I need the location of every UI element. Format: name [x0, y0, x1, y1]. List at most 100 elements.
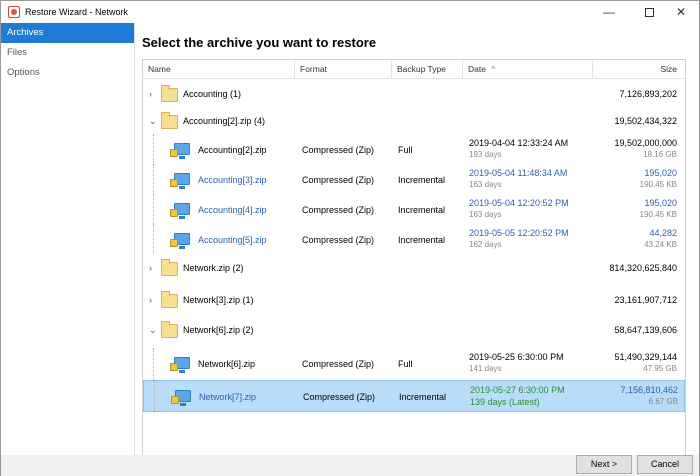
archive-file-row[interactable]: Accounting[4].zip Compressed (Zip) Increme… [143, 194, 685, 224]
column-header-date[interactable]: Date ^ [463, 60, 593, 79]
archive-backup-type: Full [398, 359, 413, 369]
page-title: Select the archive you want to restore [142, 35, 377, 50]
archive-badge-icon [170, 179, 178, 187]
tree-connector [153, 164, 154, 194]
archive-format: Compressed (Zip) [302, 205, 375, 215]
folder-icon [161, 291, 178, 308]
archive-group-name: Accounting[2].zip (4) [183, 116, 266, 126]
archive-badge-icon [171, 396, 179, 404]
title-bar: Restore Wizard - Network — ✕ [1, 1, 699, 23]
chevron-down-icon[interactable]: ⌄ [149, 116, 157, 127]
sort-ascending-icon: ^ [491, 64, 496, 74]
minimize-button[interactable]: — [589, 1, 629, 23]
archive-age: 163 days [469, 210, 502, 219]
archive-file-name: Accounting[4].zip [198, 205, 267, 215]
archive-format: Compressed (Zip) [303, 392, 376, 402]
archive-date: 2019-04-04 12:33:24 AM [469, 138, 569, 148]
archive-group-name: Network[3].zip (1) [183, 295, 254, 305]
archive-date: 2019-05-04 11:48:34 AM [469, 168, 568, 178]
archive-file-row[interactable]: Accounting[3].zip Compressed (Zip) Increme… [143, 164, 685, 194]
archive-badge-icon [170, 209, 178, 217]
archive-size-readable: 6.67 GB [648, 397, 678, 406]
archive-format: Compressed (Zip) [302, 359, 375, 369]
archive-date: 2019-05-25 6:30:00 PM [469, 352, 564, 362]
archive-backup-type: Incremental [398, 175, 446, 185]
archive-age: 193 days [469, 150, 502, 159]
archive-age: 162 days [469, 240, 502, 249]
archive-format: Compressed (Zip) [302, 175, 375, 185]
chevron-right-icon[interactable]: › [149, 295, 152, 305]
column-header-name[interactable]: Name [143, 60, 295, 79]
archive-file-name: Accounting[5].zip [198, 235, 267, 245]
archive-badge-icon [170, 363, 178, 371]
archive-badge-icon [170, 239, 178, 247]
archive-file-name: Accounting[2].zip [198, 145, 267, 155]
archive-group-row[interactable]: › Accounting (1) 7,126,893,202 [143, 80, 685, 107]
archive-size-bytes: 7,156,810,462 [620, 385, 678, 395]
archive-file-row[interactable]: Network[6].zip Compressed (Zip) Full 2019-0… [143, 348, 685, 380]
archive-file-name: Accounting[3].zip [198, 175, 267, 185]
archive-group-size: 58,647,139,606 [614, 325, 677, 335]
archive-age: 139 days (Latest) [470, 397, 540, 407]
archive-age: 141 days [469, 364, 502, 373]
sidebar-item-archives[interactable]: Archives [1, 23, 134, 43]
main-panel: Select the archive you want to restore N… [135, 23, 699, 465]
sidebar-item-options[interactable]: Options [1, 63, 134, 83]
folder-icon [161, 259, 178, 276]
chevron-right-icon[interactable]: › [149, 89, 152, 99]
archive-age: 163 days [469, 180, 502, 189]
archive-file-name: Network[6].zip [198, 359, 256, 369]
archive-size-readable: 18.16 GB [643, 150, 677, 159]
archive-group-size: 19,502,434,322 [614, 116, 677, 126]
archive-group-size: 23,161,907,712 [614, 295, 677, 305]
next-button[interactable]: Next > [576, 455, 632, 474]
folder-icon [161, 85, 178, 102]
archive-file-row[interactable]: Accounting[5].zip Compressed (Zip) Increme… [143, 224, 685, 254]
archive-group-size: 7,126,893,202 [619, 89, 677, 99]
archive-file-name: Network[7].zip [199, 392, 257, 402]
restore-wizard-window: Restore Wizard - Network — ✕ Archives Fi… [0, 0, 700, 476]
archive-group-row[interactable]: ⌄ Network[6].zip (2) 58,647,139,606 [143, 316, 685, 348]
column-header-format[interactable]: Format [295, 60, 392, 79]
chevron-right-icon[interactable]: › [149, 263, 152, 273]
archive-file-row[interactable]: Network[7].zip Compressed (Zip) Incrementa… [143, 380, 685, 413]
archive-group-name: Accounting (1) [183, 89, 242, 99]
maximize-icon [644, 8, 654, 18]
archive-format: Compressed (Zip) [302, 145, 375, 155]
chevron-down-icon[interactable]: ⌄ [149, 325, 157, 336]
tree-connector [153, 348, 154, 380]
archive-group-row[interactable]: › Network.zip (2) 814,320,625,840 [143, 254, 685, 286]
list-header: Name Format Backup Type Date ^ Size [143, 60, 685, 79]
archive-size-bytes: 19,502,000,000 [614, 138, 677, 148]
tree-connector [153, 134, 154, 164]
tree-connector [153, 224, 154, 254]
archive-date: 2019-05-27 6:30:00 PM [470, 385, 565, 395]
archive-size-readable: 190.45 KB [639, 180, 677, 189]
archive-list[interactable]: Name Format Backup Type Date ^ Size › Acc… [142, 59, 686, 465]
cancel-button[interactable]: Cancel [637, 455, 693, 474]
sidebar: Archives Files Options [1, 23, 135, 455]
archive-date: 2019-05-04 12:20:52 PM [469, 198, 569, 208]
tree-connector [154, 381, 155, 413]
archive-size-readable: 47.95 GB [643, 364, 677, 373]
footer-bar: Next > Cancel [1, 455, 699, 476]
archive-group-name: Network.zip (2) [183, 263, 244, 273]
column-header-backup-type[interactable]: Backup Type [392, 60, 463, 79]
archive-size-bytes: 51,490,329,144 [614, 352, 677, 362]
archive-backup-type: Incremental [398, 235, 446, 245]
archive-group-row[interactable]: › Network[3].zip (1) 23,161,907,712 [143, 286, 685, 316]
archive-file-row[interactable]: Accounting[2].zip Compressed (Zip) Full 201… [143, 134, 685, 164]
column-header-date-label: Date [468, 64, 486, 74]
archive-size-readable: 190.45 KB [639, 210, 677, 219]
archive-group-size: 814,320,625,840 [609, 263, 677, 273]
sidebar-item-files[interactable]: Files [1, 43, 134, 63]
archive-format: Compressed (Zip) [302, 235, 375, 245]
folder-icon [161, 321, 178, 338]
archive-backup-type: Incremental [398, 205, 446, 215]
close-button[interactable]: ✕ [661, 1, 700, 23]
column-header-size[interactable]: Size [593, 60, 685, 79]
archive-group-row[interactable]: ⌄ Accounting[2].zip (4) 19,502,434,322 [143, 107, 685, 134]
archive-date: 2019-05-05 12:20:52 PM [469, 228, 569, 238]
archive-size-bytes: 195,020 [644, 198, 677, 208]
archive-backup-type: Incremental [399, 392, 447, 402]
